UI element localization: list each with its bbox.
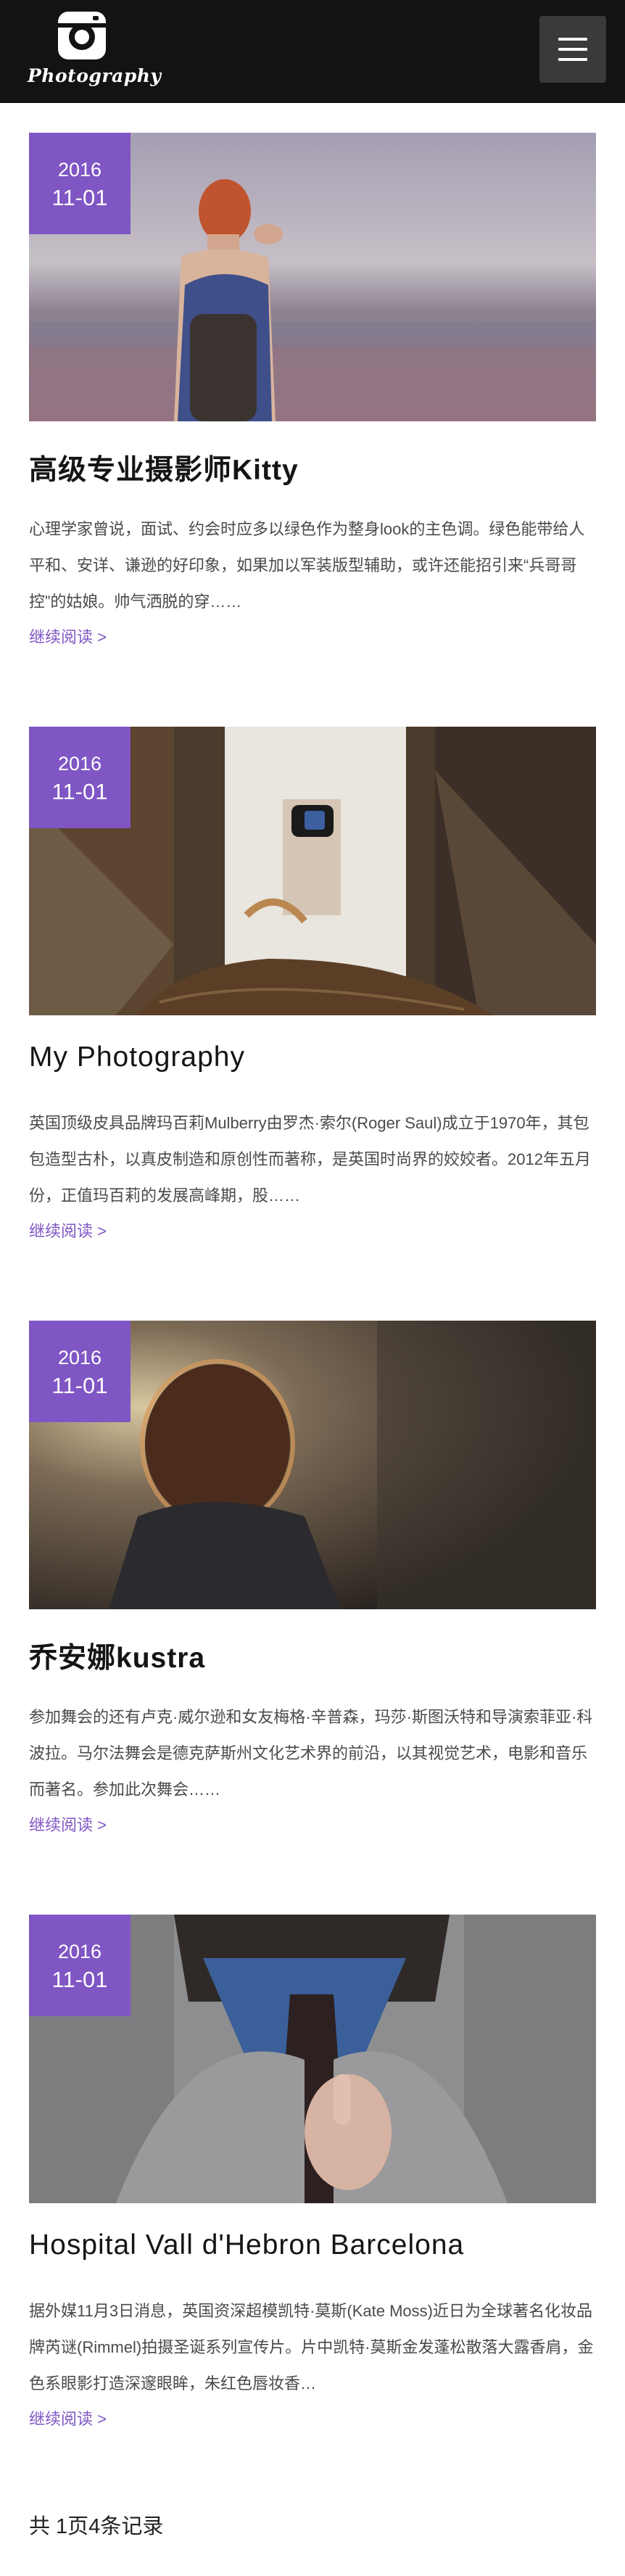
logo-text: Photography (28, 65, 162, 86)
camera-icon (58, 12, 106, 59)
site-logo[interactable]: Photography (28, 9, 162, 94)
article-image[interactable]: 2016 11-01 (29, 727, 596, 1015)
date-month-day: 11-01 (51, 779, 108, 804)
date-month-day: 11-01 (51, 185, 108, 210)
article-summary: 英国顶级皮具品牌玛百莉Mulberry由罗杰·索尔(Roger Saul)成立于… (29, 1114, 591, 1205)
article-card: 2016 11-01 高级专业摄影师Kitty 心理学家曾说，面试、约会时应多以… (29, 133, 596, 655)
date-badge: 2016 11-01 (29, 1321, 131, 1422)
article-image[interactable]: 2016 11-01 (29, 1915, 596, 2203)
article-card: 2016 11-01 乔安娜kustra 参加舞会的还有卢克·威尔逊和女友梅格·… (29, 1321, 596, 1843)
pagination-summary: 共 1页4条记录 (29, 2515, 164, 2538)
article-image[interactable]: 2016 11-01 (29, 133, 596, 421)
article-summary: 参加舞会的还有卢克·威尔逊和女友梅格·辛普森，玛莎·斯图沃特和导演索菲亚·科波拉… (29, 1708, 593, 1799)
menu-button[interactable] (539, 16, 606, 83)
site-header: Photography (0, 0, 625, 103)
article-summary: 据外媒11月3日消息，英国资深超模凯特·莫斯(Kate Moss)近日为全球著名… (29, 2302, 594, 2393)
read-more-link[interactable]: 继续阅读 > (29, 2406, 107, 2430)
date-month-day: 11-01 (51, 1967, 108, 1992)
article-card: 2016 11-01 Hospital Vall d'Hebron Barcel… (29, 1915, 596, 2437)
article-image[interactable]: 2016 11-01 (29, 1321, 596, 1609)
date-badge: 2016 11-01 (29, 727, 131, 828)
date-year: 2016 (57, 1347, 102, 1368)
date-badge: 2016 11-01 (29, 133, 131, 234)
read-more-link[interactable]: 继续阅读 > (29, 624, 107, 648)
article-card: 2016 11-01 My Photography 英国顶级皮具品牌玛百莉Mul… (29, 727, 596, 1249)
read-more-link[interactable]: 继续阅读 > (29, 1218, 107, 1242)
date-year: 2016 (57, 753, 102, 775)
article-title[interactable]: Hospital Vall d'Hebron Barcelona (29, 2229, 596, 2261)
article-title[interactable]: My Photography (29, 1041, 596, 1073)
article-summary: 心理学家曾说，面试、约会时应多以绿色作为整身look的主色调。绿色能带给人平和、… (29, 520, 585, 611)
date-year: 2016 (57, 159, 102, 181)
date-badge: 2016 11-01 (29, 1915, 131, 2016)
date-month-day: 11-01 (51, 1373, 108, 1398)
date-year: 2016 (57, 1941, 102, 1962)
article-title[interactable]: 乔安娜kustra (29, 1635, 596, 1676)
hamburger-menu-icon (558, 38, 587, 41)
article-title[interactable]: 高级专业摄影师Kitty (29, 447, 596, 488)
read-more-link[interactable]: 继续阅读 > (29, 1812, 107, 1836)
